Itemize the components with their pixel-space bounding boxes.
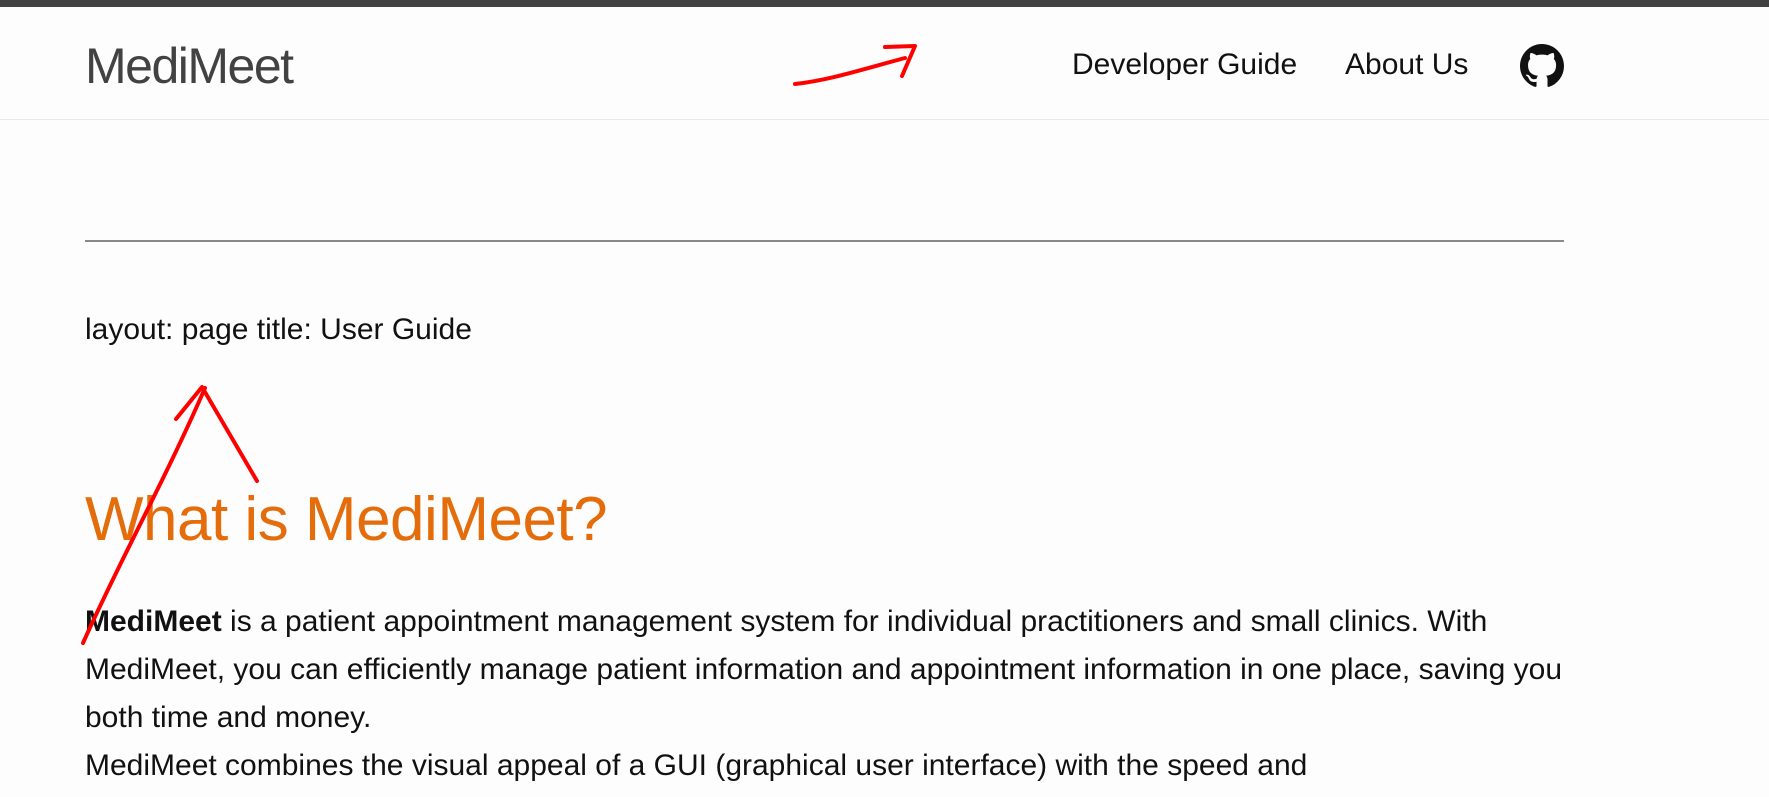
intro-content: MediMeet is a patient appointment manage… <box>85 598 1585 790</box>
second-paragraph: MediMeet combines the visual appeal of a… <box>85 749 1308 782</box>
intro-paragraph: MediMeet is a patient appointment manage… <box>85 598 1585 742</box>
top-strip <box>0 0 1769 7</box>
github-icon[interactable] <box>1520 44 1564 88</box>
nav-link-about-us[interactable]: About Us <box>1345 45 1468 85</box>
intro-product-name: MediMeet <box>85 605 222 638</box>
github-icon-glyph <box>1520 44 1564 87</box>
site-title-link[interactable]: MediMeet <box>85 31 294 101</box>
front-matter-rule <box>85 240 1564 242</box>
nav-link-developer-guide[interactable]: Developer Guide <box>1072 45 1297 85</box>
site-header: MediMeet Developer Guide About Us <box>0 7 1769 120</box>
page-heading: What is MediMeet? <box>85 485 608 554</box>
intro-description: is a patient appointment management syst… <box>85 605 1563 734</box>
front-matter-text: layout: page title: User Guide <box>85 313 472 346</box>
